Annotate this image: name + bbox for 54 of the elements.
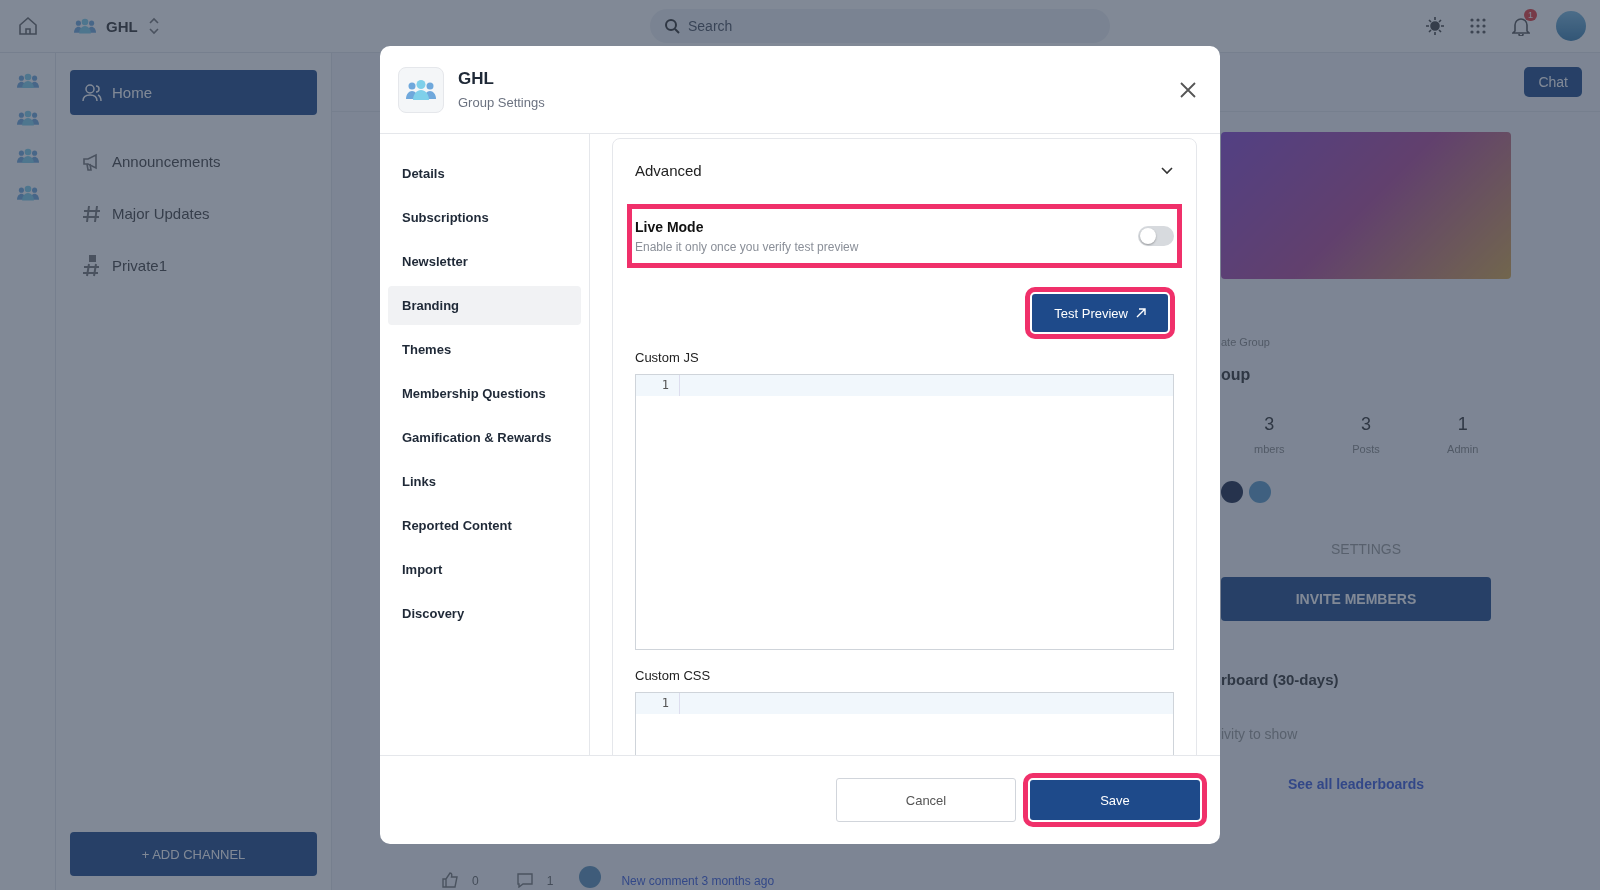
dialog-subtitle: Group Settings [458,95,545,110]
chevron-icon[interactable] [1160,165,1174,175]
settings-nav-item[interactable]: Gamification & Rewards [388,418,581,457]
external-link-icon [1136,308,1146,318]
settings-nav-item[interactable]: Branding [388,286,581,325]
custom-js-editor[interactable]: 1 [635,374,1174,650]
settings-nav-item[interactable]: Details [388,154,581,193]
section-title: Advanced [635,161,702,179]
switcher-icon[interactable] [147,17,160,35]
settings-nav-item[interactable]: Themes [388,330,581,369]
stat-value: 3 [1361,414,1371,435]
user-avatar[interactable] [1556,11,1586,41]
live-mode-label: Live Mode [635,218,705,235]
group-icon [406,79,436,100]
group-icon [16,110,39,126]
like-icon[interactable] [442,872,458,888]
stat-value: 3 [1264,414,1275,435]
leaderboard-title: rboard (30-days) [1221,671,1340,688]
home-icon[interactable] [18,16,38,36]
settings-nav-item[interactable]: Membership Questions [388,374,581,413]
group-name: oup [1221,366,1252,384]
cancel-button[interactable]: Cancel [836,778,1016,822]
member-avatar [1249,481,1271,503]
group-icon [16,185,39,201]
group-icon [16,73,39,89]
person-icon [82,83,102,102]
settings-nav-item[interactable]: Subscriptions [388,198,581,237]
stat-value: 1 [1457,414,1468,435]
member-avatar [1221,481,1243,503]
custom-css-editor[interactable]: 1 [635,692,1174,755]
custom-css-label: Custom CSS [635,668,712,683]
settings-nav-item[interactable]: Import [388,550,581,589]
comment-count: 1 [546,874,554,888]
live-mode-toggle[interactable] [1138,226,1174,246]
custom-js-label: Custom JS [635,350,700,365]
settings-nav-item[interactable]: Reported Content [388,506,581,545]
settings-nav-item[interactable]: Discovery [388,594,581,633]
settings-nav-item[interactable]: Newsletter [388,242,581,281]
apps-grid-icon[interactable] [1470,18,1486,34]
sun-icon[interactable] [1426,17,1444,35]
group-icon [16,147,39,164]
live-mode-hint: Enable it only once you verify test preview [635,239,859,254]
comment-icon[interactable] [516,872,533,888]
workspace-name: GHL [106,17,138,35]
dialog-title: GHL [458,69,495,89]
hash-icon [82,203,102,224]
settings-nav-item[interactable]: Links [388,462,581,501]
private-channel-icon [82,254,102,277]
commenter-avatar [579,866,602,888]
bell-icon[interactable] [1512,16,1530,36]
like-count: 0 [472,874,479,888]
notification-badge: 1 [1524,9,1537,21]
search-icon [664,18,680,34]
group-icon [74,18,96,34]
